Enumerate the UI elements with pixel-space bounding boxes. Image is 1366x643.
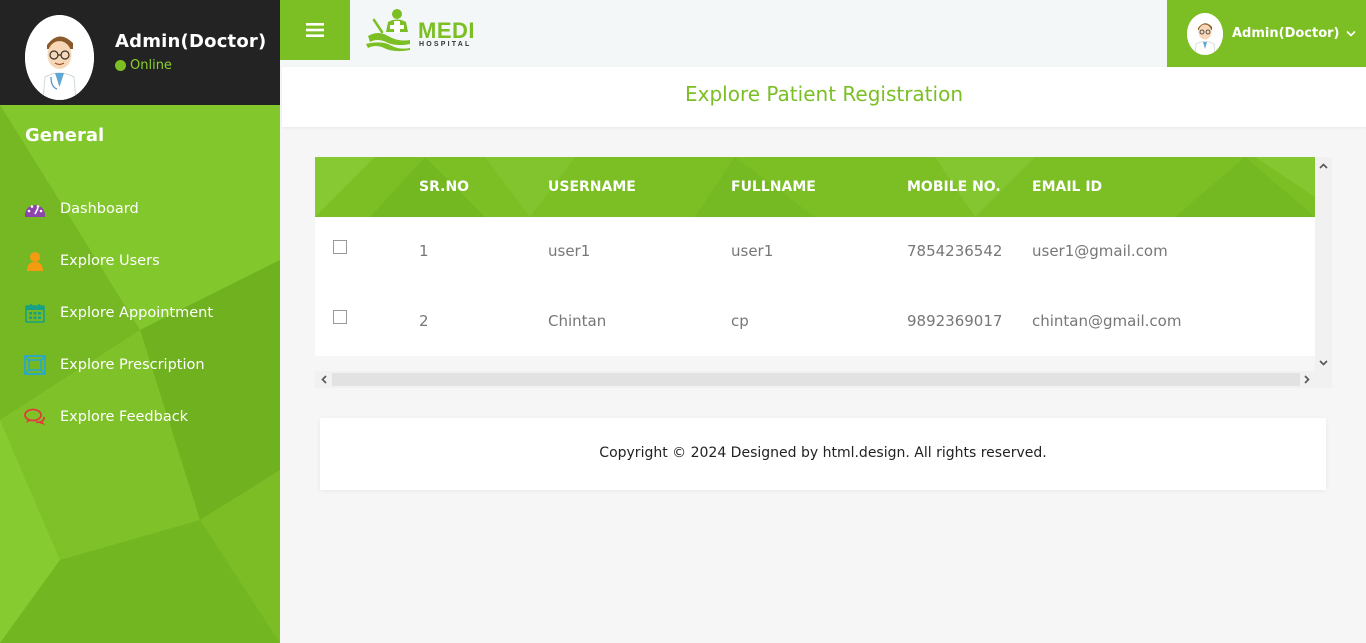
cell-mobile: 9892369017 bbox=[907, 312, 1003, 330]
scroll-down-icon[interactable] bbox=[1315, 354, 1332, 371]
footer: Copyright © 2024 Designed by html.design… bbox=[320, 418, 1326, 490]
dashboard-icon bbox=[24, 198, 46, 220]
patient-table-container: SR.NO USERNAME FULLNAME MOBILE NO. EMAIL… bbox=[315, 157, 1332, 388]
sidebar-section-title: General bbox=[25, 125, 105, 146]
topbar: MEDI HOSPITAL Admin(Doctor) bbox=[280, 0, 1366, 67]
column-header-fullname[interactable]: FULLNAME bbox=[731, 179, 816, 195]
column-header-username[interactable]: USERNAME bbox=[548, 179, 636, 195]
cell-username: Chintan bbox=[548, 312, 607, 330]
online-dot-icon bbox=[115, 60, 126, 71]
chevron-down-icon bbox=[1345, 30, 1356, 37]
copyright-text: Copyright © 2024 Designed by html.design… bbox=[599, 445, 1047, 461]
cell-fullname: cp bbox=[731, 312, 749, 330]
sidebar: Admin(Doctor) Online General Dashboard E… bbox=[0, 0, 280, 643]
user-icon bbox=[24, 250, 46, 272]
sidebar-item-prescription[interactable]: Explore Prescription bbox=[0, 339, 280, 391]
cell-mobile: 7854236542 bbox=[907, 242, 1003, 260]
scroll-left-icon[interactable] bbox=[315, 371, 332, 388]
cell-fullname: user1 bbox=[731, 242, 774, 260]
column-header-email[interactable]: EMAIL ID bbox=[1032, 179, 1102, 195]
row-checkbox[interactable] bbox=[333, 240, 347, 254]
logo-subtext: HOSPITAL bbox=[419, 41, 472, 48]
calendar-icon bbox=[24, 302, 46, 324]
sidebar-item-label: Explore Feedback bbox=[60, 409, 189, 425]
profile-name: Admin(Doctor) bbox=[115, 31, 267, 52]
sidebar-item-label: Explore Users bbox=[60, 253, 160, 269]
sidebar-item-label: Dashboard bbox=[60, 201, 139, 217]
row-checkbox[interactable] bbox=[333, 310, 347, 324]
user-avatar bbox=[1187, 12, 1223, 55]
horizontal-scrollbar[interactable] bbox=[315, 371, 1332, 388]
user-dropdown[interactable]: Admin(Doctor) bbox=[1167, 0, 1366, 67]
sidebar-item-label: Explore Appointment bbox=[60, 305, 214, 321]
table-header: SR.NO USERNAME FULLNAME MOBILE NO. EMAIL… bbox=[315, 157, 1315, 217]
column-header-mobile[interactable]: MOBILE NO. bbox=[907, 179, 1001, 195]
sidebar-menu: Dashboard Explore Users Explore Appointm… bbox=[0, 183, 280, 443]
vertical-scrollbar[interactable] bbox=[1315, 157, 1332, 371]
sidebar-item-dashboard[interactable]: Dashboard bbox=[0, 183, 280, 235]
sidebar-item-users[interactable]: Explore Users bbox=[0, 235, 280, 287]
patient-table: SR.NO USERNAME FULLNAME MOBILE NO. EMAIL… bbox=[315, 157, 1315, 356]
cell-email: user1@gmail.com bbox=[1032, 242, 1168, 260]
profile-panel: Admin(Doctor) Online bbox=[0, 0, 280, 105]
cell-srno: 1 bbox=[419, 242, 429, 260]
doctor-avatar bbox=[25, 15, 94, 100]
table-row: 1 user1 user1 7854236542 user1@gmail.com bbox=[315, 217, 1315, 287]
user-name: Admin(Doctor) bbox=[1232, 26, 1340, 41]
online-status: Online bbox=[115, 58, 172, 73]
cell-username: user1 bbox=[548, 242, 591, 260]
cell-email: chintan@gmail.com bbox=[1032, 312, 1182, 330]
menu-toggle-button[interactable] bbox=[280, 0, 350, 60]
horizontal-scroll-thumb[interactable] bbox=[332, 373, 1300, 386]
prescription-icon bbox=[24, 354, 46, 376]
hamburger-icon bbox=[306, 23, 324, 37]
sidebar-item-appointment[interactable]: Explore Appointment bbox=[0, 287, 280, 339]
scroll-right-icon[interactable] bbox=[1298, 371, 1315, 388]
sidebar-item-label: Explore Prescription bbox=[60, 357, 205, 373]
table-row: 2 Chintan cp 9892369017 chintan@gmail.co… bbox=[315, 287, 1315, 356]
page-title-bar: Explore Patient Registration bbox=[282, 67, 1366, 127]
sidebar-item-feedback[interactable]: Explore Feedback bbox=[0, 391, 280, 443]
column-header-srno[interactable]: SR.NO bbox=[419, 179, 469, 195]
vertical-scroll-track[interactable] bbox=[1317, 174, 1330, 354]
comments-icon bbox=[24, 406, 46, 428]
status-label: Online bbox=[130, 58, 172, 73]
cell-srno: 2 bbox=[419, 312, 429, 330]
scroll-up-icon[interactable] bbox=[1315, 157, 1332, 174]
page-title: Explore Patient Registration bbox=[684, 82, 963, 106]
